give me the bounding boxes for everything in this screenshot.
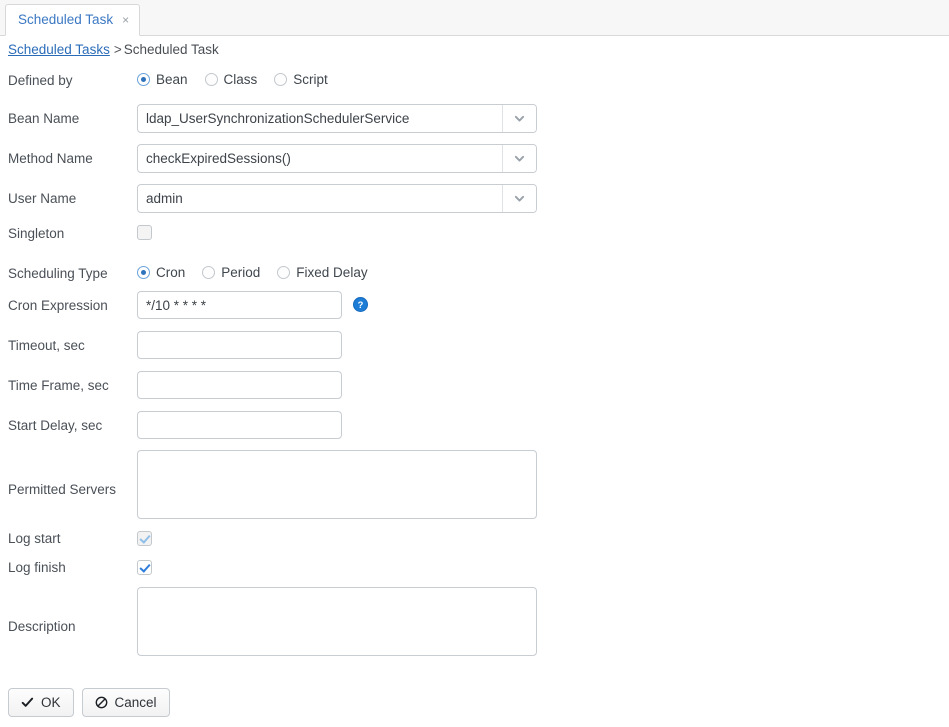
combobox-user-name-value[interactable]: admin	[138, 185, 502, 212]
timeout-sec-input[interactable]	[137, 331, 342, 359]
radio-scheduling-type-cron[interactable]: Cron	[137, 265, 185, 280]
checkbox-icon-log-start[interactable]	[137, 531, 152, 546]
checkbox-icon-singleton[interactable]	[137, 225, 152, 240]
checkbox-singleton[interactable]	[137, 225, 152, 240]
radio-label-fixed-delay: Fixed Delay	[296, 265, 368, 280]
radio-defined-by-script[interactable]: Script	[274, 72, 328, 87]
tab-label: Scheduled Task	[18, 12, 114, 28]
radio-label-bean: Bean	[156, 72, 188, 87]
radio-label-period: Period	[221, 265, 261, 280]
breadcrumb-separator: >	[113, 42, 122, 57]
cancel-button-label: Cancel	[114, 695, 157, 710]
breadcrumb-current: Scheduled Task	[123, 42, 219, 57]
checkbox-icon-log-finish[interactable]	[137, 560, 152, 575]
ban-icon	[95, 696, 107, 709]
label-log-finish: Log finish	[8, 560, 66, 575]
chevron-down-icon[interactable]	[502, 105, 536, 132]
tab-scheduled-task[interactable]: Scheduled Task ×	[5, 4, 141, 36]
label-scheduling-type: Scheduling Type	[8, 266, 108, 281]
permitted-servers-textarea[interactable]	[137, 450, 537, 519]
label-description: Description	[8, 619, 76, 634]
checkbox-log-start[interactable]	[137, 531, 152, 546]
combobox-user-name[interactable]: admin	[137, 184, 537, 213]
radio-icon-script[interactable]	[274, 73, 288, 86]
ok-button[interactable]: OK	[8, 688, 74, 717]
svg-text:?: ?	[358, 300, 364, 310]
radio-label-script: Script	[293, 72, 328, 87]
chevron-down-icon[interactable]	[502, 145, 536, 172]
label-cron-expression: Cron Expression	[8, 298, 108, 313]
breadcrumb-link-scheduled-tasks[interactable]: Scheduled Tasks	[8, 42, 110, 57]
label-start-delay-sec: Start Delay, sec	[8, 418, 103, 433]
radio-icon-cron[interactable]	[137, 266, 150, 279]
start-delay-sec-input[interactable]	[137, 411, 342, 439]
label-time-frame-sec: Time Frame, sec	[8, 378, 109, 393]
label-user-name: User Name	[8, 191, 77, 206]
radio-defined-by-bean[interactable]: Bean	[137, 72, 188, 87]
radiogroup-defined-by: Bean Class Script	[137, 72, 345, 87]
radio-icon-period[interactable]	[202, 266, 216, 279]
help-circle-icon[interactable]: ?	[353, 297, 368, 312]
label-log-start: Log start	[8, 531, 61, 546]
radio-scheduling-type-fixed-delay[interactable]: Fixed Delay	[277, 265, 368, 280]
cron-expression-input[interactable]	[137, 291, 342, 319]
radio-label-class: Class	[223, 72, 258, 87]
label-defined-by: Defined by	[8, 73, 73, 88]
radiogroup-scheduling-type: Cron Period Fixed Delay	[137, 265, 385, 280]
combobox-bean-name-value[interactable]: ldap_UserSynchronizationSchedulerService	[138, 105, 502, 132]
description-textarea[interactable]	[137, 587, 537, 656]
label-timeout-sec: Timeout, sec	[8, 338, 85, 353]
label-method-name: Method Name	[8, 151, 93, 166]
label-permitted-servers: Permitted Servers	[8, 482, 117, 497]
combobox-method-name[interactable]: checkExpiredSessions()	[137, 144, 537, 173]
combobox-method-name-value[interactable]: checkExpiredSessions()	[138, 145, 502, 172]
radio-defined-by-class[interactable]: Class	[204, 72, 258, 87]
ok-button-label: OK	[41, 695, 61, 710]
cancel-button[interactable]: Cancel	[81, 688, 170, 717]
radio-icon-bean[interactable]	[137, 73, 150, 86]
chevron-down-icon[interactable]	[502, 185, 536, 212]
tab-strip: Scheduled Task ×	[0, 0, 949, 36]
label-singleton: Singleton	[8, 226, 65, 241]
checkbox-log-finish[interactable]	[137, 560, 152, 575]
time-frame-sec-input[interactable]	[137, 371, 342, 399]
close-icon[interactable]: ×	[122, 14, 129, 26]
breadcrumb: Scheduled Tasks > Scheduled Task	[8, 42, 219, 57]
label-bean-name: Bean Name	[8, 111, 80, 126]
radio-icon-class[interactable]	[204, 73, 218, 86]
form-action-bar: OK Cancel	[8, 688, 170, 717]
radio-label-cron: Cron	[156, 265, 186, 280]
radio-scheduling-type-period[interactable]: Period	[202, 265, 260, 280]
combobox-bean-name[interactable]: ldap_UserSynchronizationSchedulerService	[137, 104, 537, 133]
check-icon	[21, 697, 34, 707]
radio-icon-fixed-delay[interactable]	[277, 266, 291, 279]
